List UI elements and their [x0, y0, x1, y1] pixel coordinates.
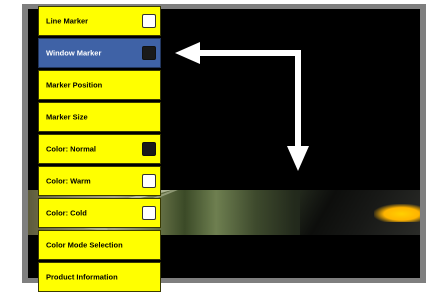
menu-item-color-normal[interactable]: Color: Normal — [38, 134, 161, 164]
menu-item-label: Marker Size — [46, 112, 88, 122]
menu-item-label: Color: Cold — [46, 208, 87, 218]
menu-item-window-marker[interactable]: Window Marker — [38, 38, 161, 68]
menu-item-color-mode-selection[interactable]: Color Mode Selection — [38, 230, 161, 260]
checkbox-empty-icon[interactable] — [142, 174, 156, 188]
checkbox-empty-icon[interactable] — [142, 206, 156, 220]
settings-menu: Line Marker Window Marker Marker Positio… — [38, 6, 161, 294]
menu-item-label: Color: Normal — [46, 144, 97, 154]
menu-item-label: Line Marker — [46, 16, 89, 26]
menu-item-color-cold[interactable]: Color: Cold — [38, 198, 161, 228]
checkbox-checked-icon[interactable] — [142, 46, 156, 60]
menu-item-color-warm[interactable]: Color: Warm — [38, 166, 161, 196]
checkbox-empty-icon[interactable] — [142, 14, 156, 28]
menu-item-label: Product Information — [46, 272, 118, 282]
menu-item-label: Marker Position — [46, 80, 103, 90]
menu-item-product-information[interactable]: Product Information — [38, 262, 161, 292]
checkbox-checked-icon[interactable] — [142, 142, 156, 156]
menu-item-marker-size[interactable]: Marker Size — [38, 102, 161, 132]
menu-item-label: Color Mode Selection — [46, 240, 123, 250]
menu-item-label: Color: Warm — [46, 176, 91, 186]
menu-item-line-marker[interactable]: Line Marker — [38, 6, 161, 36]
menu-item-marker-position[interactable]: Marker Position — [38, 70, 161, 100]
menu-item-label: Window Marker — [46, 48, 102, 58]
